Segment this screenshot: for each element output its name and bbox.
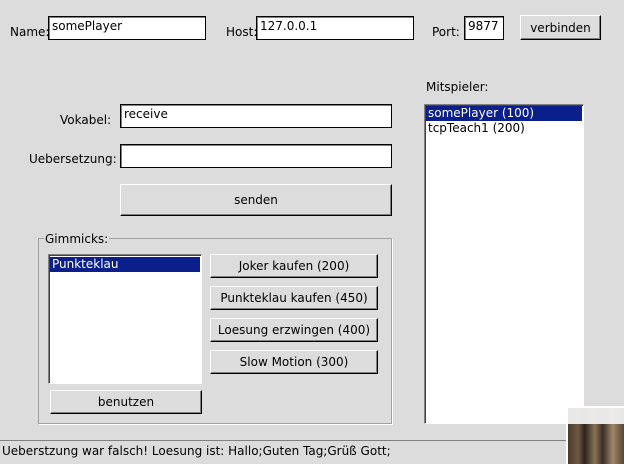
host-input[interactable]: 127.0.0.1 (256, 16, 414, 40)
use-gimmick-button[interactable]: benutzen (50, 390, 202, 414)
port-label: Port: (432, 25, 460, 39)
gimmicks-title: Gimmicks: (44, 232, 110, 246)
gimmicks-list-item-label: Punkteklau (52, 257, 119, 271)
connect-button[interactable]: verbinden (520, 15, 601, 40)
name-input[interactable]: somePlayer (48, 16, 206, 40)
overlapping-window-thumbnail (566, 406, 624, 464)
uebersetzung-label: Uebersetzung: (29, 152, 117, 166)
gimmicks-list[interactable]: Punkteklau (48, 254, 202, 384)
players-title: Mitspieler: (426, 80, 489, 94)
name-label: Name: (10, 25, 50, 39)
vokabel-field: receive (120, 104, 392, 128)
player-list-item-label: tcpTeach1 (200) (428, 121, 525, 135)
vokabel-label: Vokabel: (60, 113, 112, 127)
uebersetzung-input[interactable] (120, 144, 392, 168)
buy-punkteklau-button[interactable]: Punkteklau kaufen (450) (210, 286, 378, 310)
players-list[interactable]: somePlayer (100) tcpTeach1 (200) (424, 104, 584, 424)
status-bar: Ueberstzung war falsch! Loesung ist: Hal… (0, 440, 570, 464)
send-button[interactable]: senden (120, 184, 392, 216)
host-label: Host: (226, 25, 258, 39)
force-solution-button[interactable]: Loesung erzwingen (400) (210, 318, 378, 342)
gimmicks-list-item[interactable]: Punkteklau (50, 257, 200, 272)
port-input[interactable]: 9877 (464, 16, 504, 40)
thumbnail-edge (568, 408, 624, 424)
player-list-item[interactable]: tcpTeach1 (200) (426, 121, 582, 136)
buy-joker-button[interactable]: Joker kaufen (200) (210, 254, 378, 278)
player-list-item-label: somePlayer (100) (428, 106, 535, 120)
slow-motion-button[interactable]: Slow Motion (300) (210, 350, 378, 374)
player-list-item[interactable]: somePlayer (100) (426, 106, 582, 121)
status-message: Ueberstzung war falsch! Loesung ist: Hal… (2, 444, 391, 458)
